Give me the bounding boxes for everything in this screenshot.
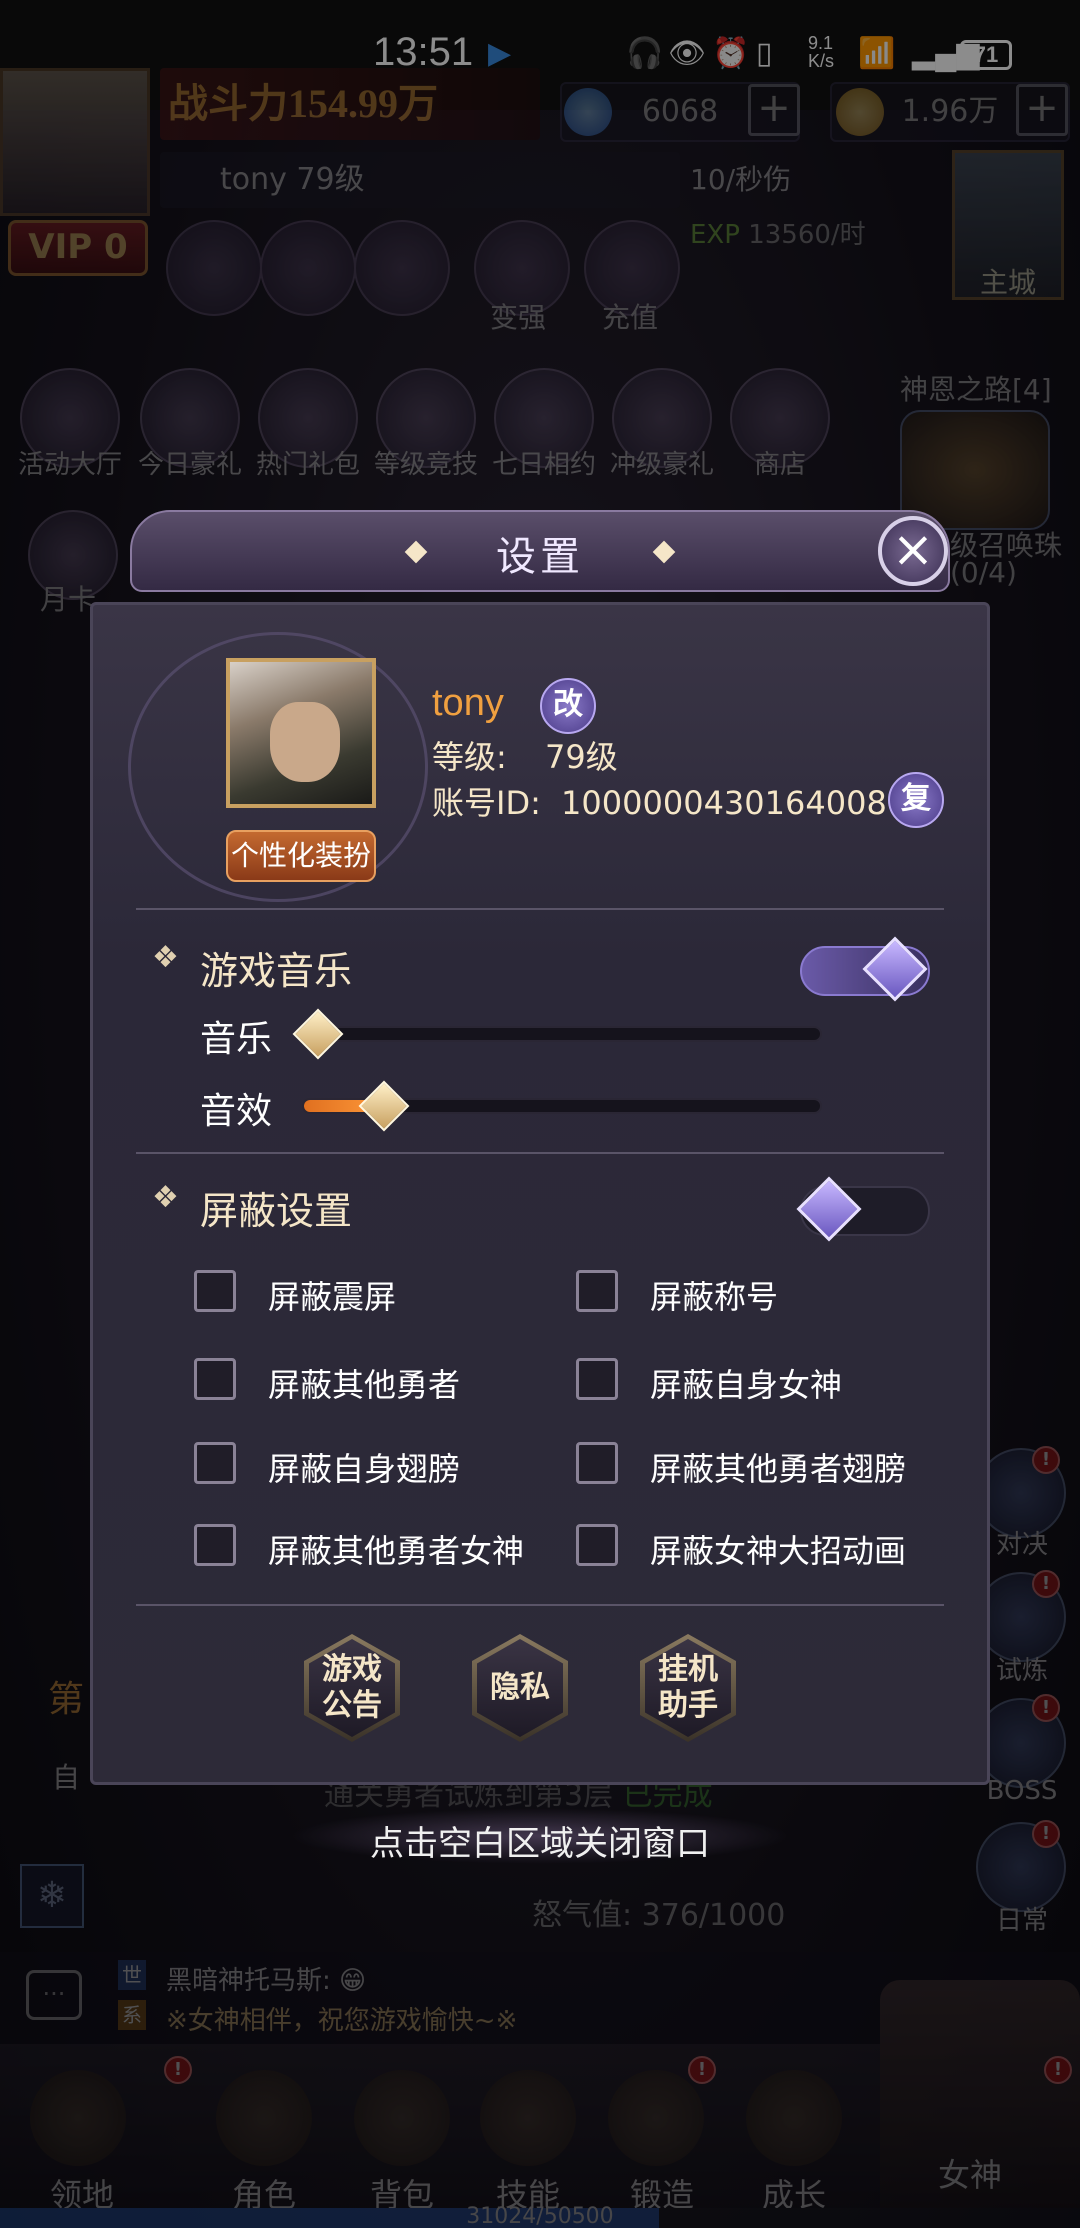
checkbox-block-own-goddess[interactable]: [576, 1358, 618, 1400]
announcement-button-face: 游戏 公告: [309, 1639, 395, 1737]
music-section-title: 游戏音乐: [200, 949, 353, 993]
announcement-line2: 公告: [322, 1688, 382, 1723]
checkbox-block-other-goddess[interactable]: [194, 1524, 236, 1566]
settings-dialog: 设置 × 个性化装扮 tony 改 等级: 79级 账号ID: 10000004…: [90, 510, 990, 1785]
block-shake-label: 屏蔽震屏: [268, 1278, 397, 1316]
player-name: tony: [432, 682, 504, 724]
checkbox-block-other-heroes[interactable]: [194, 1358, 236, 1400]
avatar-face: [270, 702, 340, 782]
block-other-goddess-label: 屏蔽其他勇者女神: [268, 1532, 525, 1570]
checkbox-block-shake[interactable]: [194, 1270, 236, 1312]
idle-assistant-line2: 助手: [658, 1688, 718, 1723]
block-other-wings-label: 屏蔽其他勇者翅膀: [650, 1450, 907, 1488]
account-id-label: 账号ID:: [432, 784, 541, 822]
music-toggle[interactable]: [800, 936, 930, 1002]
level-value: 79级: [544, 738, 618, 776]
section-bullet-icon: ❖: [152, 1180, 179, 1215]
copy-id-button[interactable]: 复: [888, 772, 944, 828]
divider: [136, 1152, 944, 1154]
idle-assistant-button-face: 挂机 助手: [645, 1639, 731, 1737]
customize-button[interactable]: 个性化装扮: [226, 830, 376, 882]
section-bullet-icon: ❖: [152, 940, 179, 975]
block-own-wings-label: 屏蔽自身翅膀: [268, 1450, 461, 1488]
sfx-label: 音效: [200, 1091, 273, 1132]
block-section-title: 屏蔽设置: [200, 1189, 353, 1233]
music-slider[interactable]: [302, 1026, 822, 1042]
music-label: 音乐: [200, 1019, 273, 1060]
checkbox-block-other-wings[interactable]: [576, 1442, 618, 1484]
privacy-label: 隐私: [490, 1670, 550, 1705]
account-id: 账号ID: 1000000430164008: [432, 778, 887, 824]
dialog-title: 设置: [496, 534, 584, 580]
divider: [136, 1604, 944, 1606]
divider: [136, 908, 944, 910]
player-level: 等级: 79级: [432, 732, 618, 778]
checkbox-block-ult-anim[interactable]: [576, 1524, 618, 1566]
privacy-button-face: 隐私: [477, 1639, 563, 1737]
close-button[interactable]: ×: [878, 516, 948, 586]
profile-avatar[interactable]: [226, 658, 376, 808]
checkbox-block-own-wings[interactable]: [194, 1442, 236, 1484]
level-label: 等级:: [432, 738, 507, 776]
close-hint: 点击空白区域关闭窗口: [370, 1824, 710, 1864]
block-toggle[interactable]: [796, 1176, 930, 1242]
announcement-line1: 游戏: [322, 1652, 382, 1687]
block-own-goddess-label: 屏蔽自身女神: [650, 1366, 843, 1404]
block-ult-anim-label: 屏蔽女神大招动画: [650, 1532, 907, 1570]
idle-assistant-line1: 挂机: [658, 1652, 718, 1687]
block-title-label: 屏蔽称号: [650, 1278, 779, 1316]
checkbox-block-title[interactable]: [576, 1270, 618, 1312]
block-other-heroes-label: 屏蔽其他勇者: [268, 1366, 461, 1404]
account-id-value: 1000000430164008: [561, 784, 887, 822]
rename-button[interactable]: 改: [540, 678, 596, 734]
